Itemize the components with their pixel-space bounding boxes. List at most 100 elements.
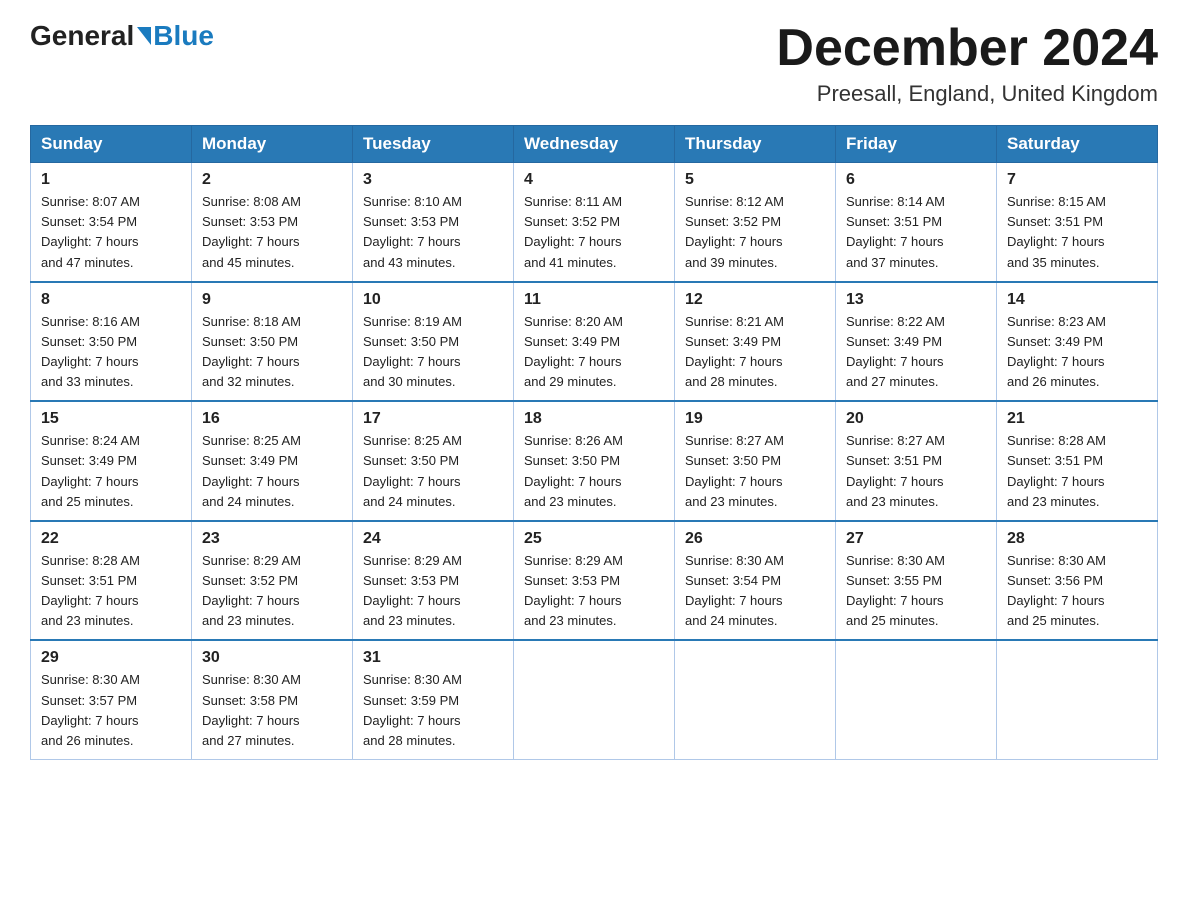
calendar-cell (836, 640, 997, 759)
day-number: 8 (41, 291, 181, 309)
day-info: Sunrise: 8:08 AMSunset: 3:53 PMDaylight:… (202, 192, 342, 273)
calendar-cell: 27 Sunrise: 8:30 AMSunset: 3:55 PMDayligh… (836, 521, 997, 641)
calendar-cell: 31 Sunrise: 8:30 AMSunset: 3:59 PMDayligh… (353, 640, 514, 759)
calendar-cell: 7Sunrise: 8:15 AMSunset: 3:51 PMDaylight… (997, 163, 1158, 282)
calendar-cell: 30 Sunrise: 8:30 AMSunset: 3:58 PMDayligh… (192, 640, 353, 759)
day-number: 1 (41, 171, 181, 189)
day-number: 26 (685, 530, 825, 548)
month-title: December 2024 (776, 20, 1158, 77)
day-number: 17 (363, 410, 503, 428)
day-info: Sunrise: 8:26 AMSunset: 3:50 PMDaylight:… (524, 431, 664, 512)
day-number: 6 (846, 171, 986, 189)
day-info: Sunrise: 8:28 AMSunset: 3:51 PMDaylight:… (1007, 431, 1147, 512)
calendar-cell: 21 Sunrise: 8:28 AMSunset: 3:51 PMDayligh… (997, 401, 1158, 521)
col-header-friday: Friday (836, 126, 997, 163)
calendar-cell: 18 Sunrise: 8:26 AMSunset: 3:50 PMDayligh… (514, 401, 675, 521)
day-number: 18 (524, 410, 664, 428)
day-info: Sunrise: 8:10 AMSunset: 3:53 PMDaylight:… (363, 192, 503, 273)
col-header-saturday: Saturday (997, 126, 1158, 163)
day-info: Sunrise: 8:23 AMSunset: 3:49 PMDaylight:… (1007, 312, 1147, 393)
day-number: 14 (1007, 291, 1147, 309)
title-block: December 2024 Preesall, England, United … (776, 20, 1158, 107)
day-info: Sunrise: 8:15 AMSunset: 3:51 PMDaylight:… (1007, 192, 1147, 273)
calendar-cell: 12 Sunrise: 8:21 AMSunset: 3:49 PMDayligh… (675, 282, 836, 402)
calendar-cell: 19 Sunrise: 8:27 AMSunset: 3:50 PMDayligh… (675, 401, 836, 521)
calendar-week-row: 29 Sunrise: 8:30 AMSunset: 3:57 PMDayligh… (31, 640, 1158, 759)
day-info: Sunrise: 8:14 AMSunset: 3:51 PMDaylight:… (846, 192, 986, 273)
day-number: 3 (363, 171, 503, 189)
calendar-cell: 14 Sunrise: 8:23 AMSunset: 3:49 PMDayligh… (997, 282, 1158, 402)
calendar-cell: 6 Sunrise: 8:14 AMSunset: 3:51 PMDaylight… (836, 163, 997, 282)
day-info: Sunrise: 8:30 AMSunset: 3:59 PMDaylight:… (363, 670, 503, 751)
logo-general-text: General (30, 20, 134, 52)
day-info: Sunrise: 8:07 AMSunset: 3:54 PMDaylight:… (41, 192, 181, 273)
calendar-cell: 5 Sunrise: 8:12 AMSunset: 3:52 PMDaylight… (675, 163, 836, 282)
day-info: Sunrise: 8:24 AMSunset: 3:49 PMDaylight:… (41, 431, 181, 512)
calendar-cell: 13 Sunrise: 8:22 AMSunset: 3:49 PMDayligh… (836, 282, 997, 402)
calendar-week-row: 8 Sunrise: 8:16 AMSunset: 3:50 PMDaylight… (31, 282, 1158, 402)
day-number: 27 (846, 530, 986, 548)
day-info: Sunrise: 8:29 AMSunset: 3:53 PMDaylight:… (363, 551, 503, 632)
col-header-tuesday: Tuesday (353, 126, 514, 163)
calendar-cell (997, 640, 1158, 759)
day-info: Sunrise: 8:25 AMSunset: 3:49 PMDaylight:… (202, 431, 342, 512)
calendar-week-row: 1 Sunrise: 8:07 AMSunset: 3:54 PMDaylight… (31, 163, 1158, 282)
day-number: 13 (846, 291, 986, 309)
day-number: 5 (685, 171, 825, 189)
day-info: Sunrise: 8:29 AMSunset: 3:52 PMDaylight:… (202, 551, 342, 632)
day-number: 16 (202, 410, 342, 428)
day-number: 9 (202, 291, 342, 309)
logo-arrow-icon (137, 27, 151, 45)
calendar-cell: 15 Sunrise: 8:24 AMSunset: 3:49 PMDayligh… (31, 401, 192, 521)
day-info: Sunrise: 8:30 AMSunset: 3:55 PMDaylight:… (846, 551, 986, 632)
day-number: 20 (846, 410, 986, 428)
logo: General Blue (30, 20, 214, 52)
day-info: Sunrise: 8:18 AMSunset: 3:50 PMDaylight:… (202, 312, 342, 393)
day-number: 15 (41, 410, 181, 428)
day-number: 29 (41, 649, 181, 667)
calendar-cell: 25Sunrise: 8:29 AMSunset: 3:53 PMDayligh… (514, 521, 675, 641)
calendar-cell (514, 640, 675, 759)
calendar-week-row: 22 Sunrise: 8:28 AMSunset: 3:51 PMDayligh… (31, 521, 1158, 641)
calendar-cell: 17 Sunrise: 8:25 AMSunset: 3:50 PMDayligh… (353, 401, 514, 521)
col-header-wednesday: Wednesday (514, 126, 675, 163)
day-info: Sunrise: 8:28 AMSunset: 3:51 PMDaylight:… (41, 551, 181, 632)
page-header: General Blue December 2024 Preesall, Eng… (30, 20, 1158, 107)
day-number: 21 (1007, 410, 1147, 428)
day-info: Sunrise: 8:27 AMSunset: 3:50 PMDaylight:… (685, 431, 825, 512)
day-number: 12 (685, 291, 825, 309)
calendar-cell: 3 Sunrise: 8:10 AMSunset: 3:53 PMDaylight… (353, 163, 514, 282)
calendar-header-row: SundayMondayTuesdayWednesdayThursdayFrid… (31, 126, 1158, 163)
calendar-cell: 26Sunrise: 8:30 AMSunset: 3:54 PMDayligh… (675, 521, 836, 641)
day-number: 31 (363, 649, 503, 667)
day-info: Sunrise: 8:11 AMSunset: 3:52 PMDaylight:… (524, 192, 664, 273)
day-info: Sunrise: 8:30 AMSunset: 3:57 PMDaylight:… (41, 670, 181, 751)
day-info: Sunrise: 8:12 AMSunset: 3:52 PMDaylight:… (685, 192, 825, 273)
location-subtitle: Preesall, England, United Kingdom (776, 81, 1158, 107)
col-header-sunday: Sunday (31, 126, 192, 163)
calendar-cell: 9 Sunrise: 8:18 AMSunset: 3:50 PMDaylight… (192, 282, 353, 402)
calendar-cell: 29 Sunrise: 8:30 AMSunset: 3:57 PMDayligh… (31, 640, 192, 759)
day-info: Sunrise: 8:30 AMSunset: 3:58 PMDaylight:… (202, 670, 342, 751)
day-number: 30 (202, 649, 342, 667)
day-number: 10 (363, 291, 503, 309)
day-number: 23 (202, 530, 342, 548)
day-number: 28 (1007, 530, 1147, 548)
day-info: Sunrise: 8:21 AMSunset: 3:49 PMDaylight:… (685, 312, 825, 393)
calendar-cell: 8 Sunrise: 8:16 AMSunset: 3:50 PMDaylight… (31, 282, 192, 402)
calendar-cell: 22 Sunrise: 8:28 AMSunset: 3:51 PMDayligh… (31, 521, 192, 641)
day-number: 25 (524, 530, 664, 548)
day-number: 24 (363, 530, 503, 548)
calendar-cell: 10Sunrise: 8:19 AMSunset: 3:50 PMDayligh… (353, 282, 514, 402)
day-number: 11 (524, 291, 664, 309)
calendar-cell: 2 Sunrise: 8:08 AMSunset: 3:53 PMDaylight… (192, 163, 353, 282)
day-info: Sunrise: 8:20 AMSunset: 3:49 PMDaylight:… (524, 312, 664, 393)
day-info: Sunrise: 8:16 AMSunset: 3:50 PMDaylight:… (41, 312, 181, 393)
day-info: Sunrise: 8:25 AMSunset: 3:50 PMDaylight:… (363, 431, 503, 512)
day-number: 19 (685, 410, 825, 428)
day-info: Sunrise: 8:22 AMSunset: 3:49 PMDaylight:… (846, 312, 986, 393)
calendar-week-row: 15 Sunrise: 8:24 AMSunset: 3:49 PMDayligh… (31, 401, 1158, 521)
day-number: 22 (41, 530, 181, 548)
day-number: 2 (202, 171, 342, 189)
calendar-table: SundayMondayTuesdayWednesdayThursdayFrid… (30, 125, 1158, 760)
